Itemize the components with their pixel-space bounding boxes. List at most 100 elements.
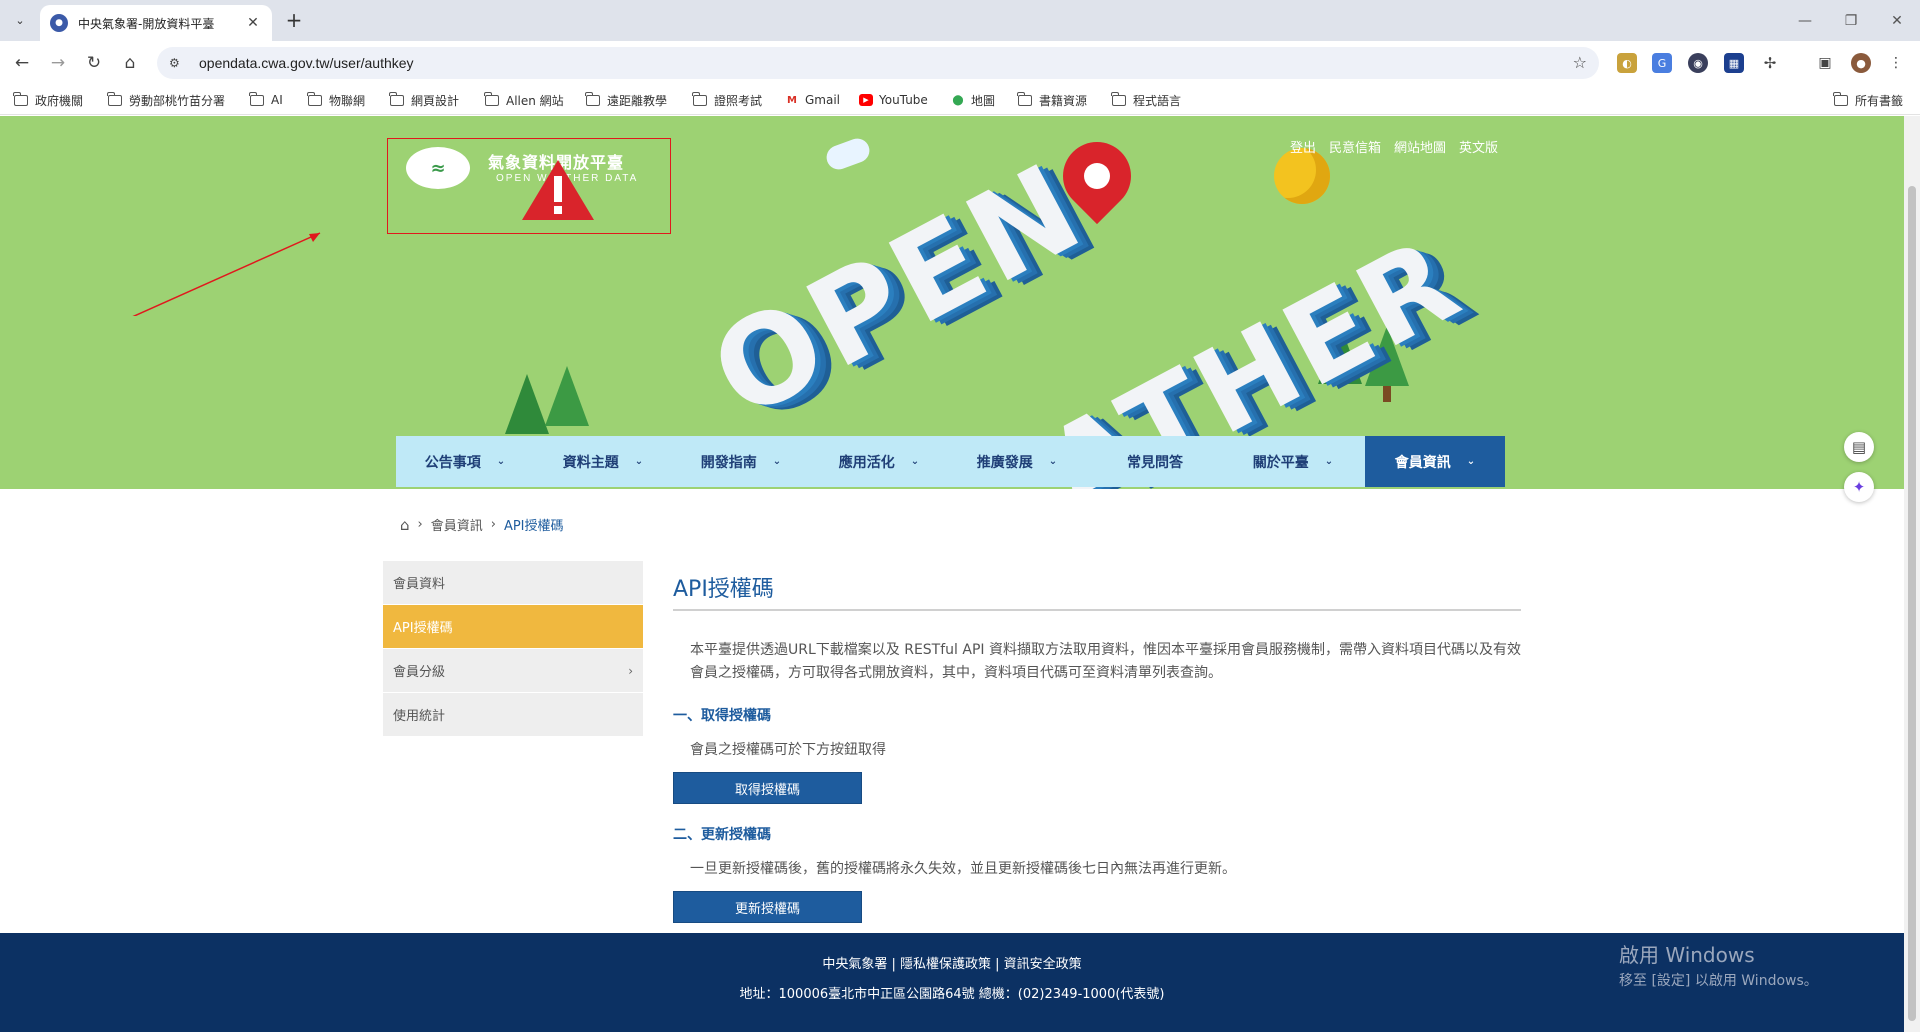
bookmark-star-icon[interactable]: ☆ (1573, 53, 1587, 72)
tab-search-button[interactable]: ⌄ (8, 8, 32, 32)
reload-icon[interactable]: ↻ (82, 51, 106, 75)
tree-decoration (545, 366, 589, 426)
trunk-decoration (1383, 386, 1391, 402)
tab-title: 中央氣象署-開放資料平臺 (78, 16, 215, 31)
bookmark-folder[interactable]: 勞動部桃竹苗分署 (107, 91, 225, 109)
section2-text: 一旦更新授權碼後，舊的授權碼將永久失效，並且更新授權碼後七日內無法再進行更新。 (690, 861, 1236, 877)
close-tab-icon[interactable]: ✕ (244, 15, 262, 31)
sidebar-item-api-key[interactable]: API授權碼 (383, 605, 643, 649)
nav-member-info[interactable]: 會員資訊 ⌄ (1365, 436, 1505, 487)
gmail-icon: M (787, 94, 797, 106)
nav-about[interactable]: 關於平臺 ⌄ (1224, 436, 1362, 487)
moon-icon (1274, 148, 1330, 204)
chevron-right-icon: › (490, 517, 496, 532)
ai-sparkle-icon[interactable]: ✦ (1844, 472, 1874, 502)
section2-title: 二、更新授權碼 (673, 827, 771, 843)
url-text[interactable]: opendata.cwa.gov.tw/user/authkey (199, 55, 414, 71)
bookmark-folder[interactable]: 書籍資源 (1017, 91, 1087, 109)
breadcrumb-member-info[interactable]: 會員資訊 (431, 515, 483, 534)
back-icon[interactable]: ← (10, 51, 34, 75)
folder-icon (307, 91, 322, 106)
folder-icon (1833, 91, 1848, 106)
restore-icon[interactable]: ❐ (1828, 0, 1874, 41)
extensions-puzzle-icon[interactable]: ✢ (1760, 53, 1780, 73)
home-icon[interactable]: ⌂ (400, 516, 410, 534)
web-page: OPEN ATHER ≈ 氣象資料開放平臺 OPEN WEATHER DATA … (0, 116, 1904, 1032)
warning-icon (522, 160, 594, 220)
scrollbar-thumb[interactable] (1908, 186, 1916, 1021)
logout-link[interactable]: 登出 (1290, 137, 1316, 156)
red-arrow-annotation (132, 232, 321, 316)
bookmark-folder[interactable]: 證照考試 (692, 91, 762, 109)
bookmark-folder[interactable]: 遠距離教學 (585, 91, 667, 109)
sitemap-link[interactable]: 網站地圖 (1394, 137, 1446, 156)
nav-announcements[interactable]: 公告事項 ⌄ (396, 436, 534, 487)
hero-open-text: OPEN (690, 135, 1106, 447)
address-bar[interactable]: ⚙ opendata.cwa.gov.tw/user/authkey ☆ (157, 47, 1599, 79)
tree-decoration (505, 374, 549, 434)
extension-4-icon[interactable]: ▦ (1724, 53, 1744, 73)
main-content: API授權碼 本平臺提供透過URL下載檔案以及 RESTful API 資料擷取… (673, 561, 1521, 923)
renew-key-button[interactable]: 更新授權碼 (673, 891, 862, 923)
home-button-icon[interactable]: ⌂ (118, 51, 142, 75)
browser-tab[interactable]: ● 中央氣象署-開放資料平臺 ✕ (40, 5, 272, 41)
bookmark-folder[interactable]: AI (249, 91, 283, 109)
intro-text: 本平臺提供透過URL下載檔案以及 RESTful API 資料擷取方法取用資料，… (690, 642, 1521, 681)
folder-icon (1017, 91, 1032, 106)
folder-icon (107, 91, 122, 106)
translate-extension-icon[interactable]: G (1652, 53, 1672, 73)
folder-icon (484, 91, 499, 106)
youtube-icon: ▶ (859, 94, 873, 106)
bookmark-youtube[interactable]: ▶ YouTube (859, 91, 928, 109)
nav-applications[interactable]: 應用活化 ⌄ (810, 436, 948, 487)
bookmark-folder[interactable]: 程式語言 (1111, 91, 1181, 109)
chevron-down-icon: ⌄ (772, 456, 782, 467)
mailbox-link[interactable]: 民意信箱 (1329, 137, 1381, 156)
bookmark-folder[interactable]: Allen 網站 (484, 91, 564, 109)
get-key-button[interactable]: 取得授權碼 (673, 772, 862, 804)
bookmark-folder[interactable]: 網頁設計 (389, 91, 459, 109)
bookmark-folder[interactable]: 政府機關 (13, 91, 83, 109)
pin-hole (1084, 163, 1110, 189)
folder-icon (1111, 91, 1126, 106)
cloud-icon (823, 135, 873, 173)
extension-1-icon[interactable]: ◐ (1617, 53, 1637, 73)
folder-icon (692, 91, 707, 106)
sidebar-item-member-data[interactable]: 會員資料 (383, 561, 643, 605)
folder-icon (585, 91, 600, 106)
cwa-logo-icon: ≈ (406, 147, 470, 189)
extension-3-icon[interactable]: ◉ (1688, 53, 1708, 73)
bookmark-maps[interactable]: ⬤ 地圖 (951, 91, 995, 109)
nav-faq[interactable]: 常見問答 (1086, 436, 1224, 487)
sidebar-item-usage-stats[interactable]: 使用統計 (383, 693, 643, 737)
profile-avatar[interactable]: ● (1851, 53, 1871, 73)
sidebar-item-member-level[interactable]: 會員分級 › (383, 649, 643, 693)
chevron-right-icon: › (417, 517, 423, 532)
chevron-down-icon: ⌄ (1048, 456, 1058, 467)
side-panel-icon[interactable]: ▣ (1815, 53, 1835, 73)
chevron-down-icon: ⌄ (496, 456, 506, 467)
english-link[interactable]: 英文版 (1459, 137, 1498, 156)
minimize-icon[interactable]: — (1782, 0, 1828, 41)
member-sidebar: 會員資料 API授權碼 會員分級 › 使用統計 (383, 561, 643, 737)
chevron-down-icon: ⌄ (910, 456, 920, 467)
forward-icon[interactable]: → (46, 51, 70, 75)
folder-icon (389, 91, 404, 106)
all-bookmarks[interactable]: 所有書籤 (1833, 91, 1903, 109)
nav-data-topics[interactable]: 資料主題 ⌄ (534, 436, 672, 487)
page-scrollbar[interactable] (1904, 116, 1920, 1032)
windows-activation-watermark: 啟用 Windows 移至 [設定] 以啟用 Windows。 (1619, 943, 1818, 989)
close-window-icon[interactable]: ✕ (1874, 0, 1920, 41)
menu-dots-icon[interactable]: ⋮ (1886, 53, 1906, 73)
new-tab-button[interactable]: + (282, 9, 306, 33)
chevron-right-icon: › (628, 663, 633, 678)
nav-promotion[interactable]: 推廣發展 ⌄ (948, 436, 1086, 487)
chevron-down-icon: ⌄ (1466, 456, 1476, 467)
site-info-icon[interactable]: ⚙ (169, 56, 185, 70)
bookmark-folder[interactable]: 物聯網 (307, 91, 365, 109)
browser-toolbar: ← → ↻ ⌂ ⚙ opendata.cwa.gov.tw/user/authk… (0, 41, 1920, 85)
maps-pin-icon: ⬤ (952, 94, 964, 106)
nav-dev-guide[interactable]: 開發指南 ⌄ (672, 436, 810, 487)
reader-mode-icon[interactable]: ▤ (1844, 432, 1874, 462)
bookmark-gmail[interactable]: M Gmail (785, 91, 840, 109)
